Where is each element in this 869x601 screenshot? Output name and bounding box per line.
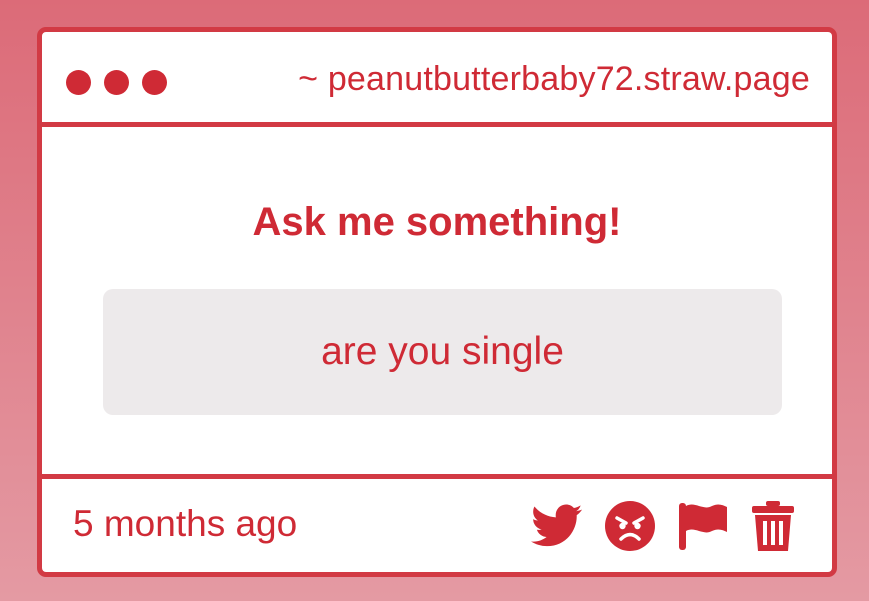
question-box: are you single bbox=[103, 289, 782, 415]
page-url: ~ peanutbutterbaby72.straw.page bbox=[298, 60, 810, 98]
angry-face-icon bbox=[605, 501, 655, 551]
trash-icon bbox=[752, 501, 794, 551]
twitter-icon bbox=[531, 504, 583, 547]
twitter-share-button[interactable] bbox=[531, 504, 583, 548]
report-button[interactable] bbox=[677, 502, 729, 550]
window-dot-1[interactable] bbox=[66, 70, 91, 95]
window-controls bbox=[66, 70, 167, 95]
flag-icon bbox=[679, 503, 727, 550]
delete-button[interactable] bbox=[751, 501, 795, 551]
page-title: Ask me something! bbox=[252, 200, 622, 244]
timestamp: 5 months ago bbox=[73, 503, 298, 544]
question-text: are you single bbox=[321, 330, 564, 373]
window-titlebar: ~ peanutbutterbaby72.straw.page bbox=[42, 32, 832, 127]
action-bar bbox=[531, 501, 795, 551]
react-angry-button[interactable] bbox=[605, 501, 655, 551]
window-dot-3[interactable] bbox=[142, 70, 167, 95]
window-dot-2[interactable] bbox=[104, 70, 129, 95]
card-footer: 5 months ago bbox=[42, 474, 832, 572]
question-card: ~ peanutbutterbaby72.straw.page Ask me s… bbox=[37, 27, 837, 577]
